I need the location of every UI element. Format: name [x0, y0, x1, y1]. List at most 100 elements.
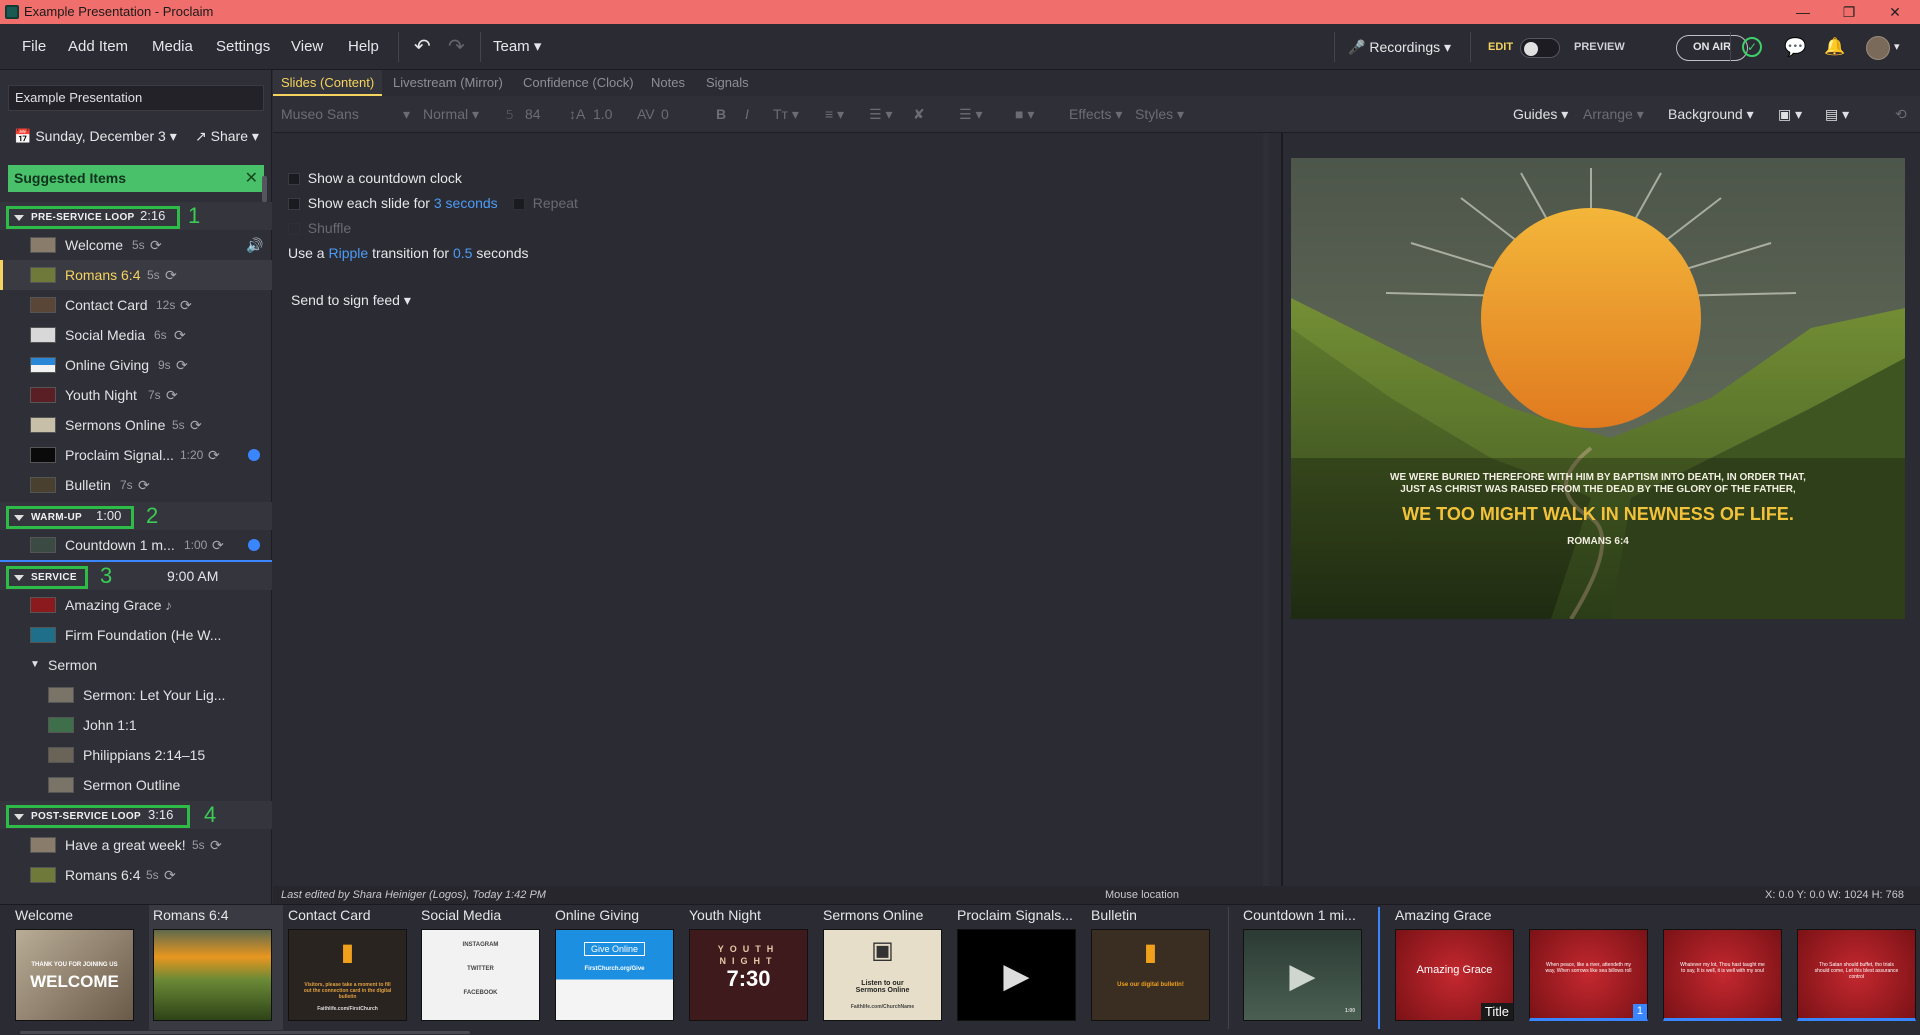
transition-duration-link[interactable]: 0.5 — [453, 245, 472, 261]
text-transform-icon[interactable]: Tт ▾ — [773, 96, 799, 133]
slide-thumbnail[interactable]: Amazing Grace Amazing Grace Title — [1395, 905, 1529, 1030]
effects-dropdown[interactable]: Effects ▾ — [1069, 96, 1122, 133]
arrange-dropdown[interactable]: Arrange ▾ — [1583, 96, 1644, 133]
line-height-input[interactable]: 1.0 — [593, 96, 612, 133]
content-scrollbar[interactable] — [1263, 133, 1269, 886]
collapse-triangle-icon[interactable] — [14, 814, 24, 820]
edit-preview-toggle[interactable] — [1520, 38, 1560, 58]
list-item[interactable]: Firm Foundation (He W... — [0, 620, 272, 650]
bullet-list-icon[interactable]: ≡ ▾ — [825, 96, 844, 133]
collapse-triangle-icon[interactable] — [14, 215, 24, 221]
bold-icon[interactable]: B — [716, 96, 726, 133]
list-item[interactable]: Sermon: Let Your Lig... — [0, 680, 272, 710]
slide-seconds-link[interactable]: 3 seconds — [434, 195, 498, 211]
shuffle-checkbox[interactable] — [288, 223, 300, 236]
list-item[interactable]: Welcome 5s ⟳ 🔊 — [0, 230, 272, 260]
tab-livestream-mirror[interactable]: Livestream (Mirror) — [393, 70, 503, 96]
countdown-option[interactable]: Show a countdown clock — [288, 168, 462, 188]
font-size-input[interactable]: 84 — [525, 96, 541, 133]
slide-thumbnail[interactable]: When peace, like a river, attendeth my w… — [1529, 905, 1663, 1030]
styles-dropdown[interactable]: Styles ▾ — [1135, 96, 1184, 133]
tab-notes[interactable]: Notes — [651, 70, 685, 96]
countdown-checkbox[interactable] — [288, 173, 300, 186]
list-item[interactable]: Amazing Grace ♪ — [0, 590, 272, 620]
list-item[interactable]: Have a great week! 5s ⟳ — [0, 830, 272, 860]
clear-format-icon[interactable]: ✘ — [913, 96, 925, 133]
text-align-icon[interactable]: ☰ ▾ — [959, 96, 982, 133]
slide-thumbnail[interactable]: Sermons Online ▣ Listen to our Sermons O… — [823, 905, 957, 1030]
slide-thumbnail[interactable]: Proclaim Signals... ▶ — [957, 905, 1091, 1030]
list-item[interactable]: Contact Card 12s ⟳ — [0, 290, 272, 320]
collapse-triangle-icon[interactable] — [14, 575, 24, 581]
edit-mode-label[interactable]: EDIT — [1488, 24, 1513, 70]
list-item[interactable]: Countdown 1 m... 1:00 ⟳ — [0, 530, 272, 560]
chat-icon[interactable]: 💬 — [1784, 24, 1806, 70]
preview-mode-label[interactable]: PREVIEW — [1574, 24, 1625, 70]
section-service[interactable]: SERVICE 3 9:00 AM — [0, 562, 272, 590]
list-item[interactable]: Romans 6:4 5s ⟳ — [0, 860, 272, 890]
menu-media[interactable]: Media — [152, 24, 193, 70]
menu-view[interactable]: View — [291, 24, 323, 70]
share-dropdown[interactable]: ↗ Share ▾ — [195, 128, 259, 145]
section-header[interactable]: SERVICE — [6, 566, 88, 589]
team-dropdown[interactable]: Team ▾ — [493, 24, 541, 70]
font-family-select[interactable]: Museo Sans — [281, 96, 359, 133]
sign-feed-dropdown[interactable]: Send to sign feed ▾ — [291, 290, 411, 310]
undo-icon[interactable]: ↶ — [414, 24, 431, 70]
slide-preview[interactable]: WE WERE BURIED THEREFORE WITH HIM BY BAP… — [1291, 158, 1905, 619]
rotate-icon[interactable]: ⟲ — [1895, 96, 1907, 133]
list-item[interactable]: John 1:1 — [0, 710, 272, 740]
list-item[interactable]: Social Media 6s ⟳ — [0, 320, 272, 350]
collapse-triangle-icon[interactable] — [14, 515, 24, 521]
list-item[interactable]: Romans 6:4 5s ⟳ — [0, 260, 272, 290]
sidebar-scrollbar[interactable] — [262, 176, 267, 202]
slide-thumbnail[interactable]: Social Media INSTAGRAM TWITTER FACEBOOK — [421, 905, 555, 1030]
slide-thumbnail[interactable]: Bulletin ▮ Use our digital bulletin! — [1091, 905, 1225, 1030]
slide-thumbnail[interactable]: Youth Night YOUTH NIGHT 7:30 — [689, 905, 823, 1030]
fill-color-icon[interactable]: ■ ▾ — [1015, 96, 1034, 133]
text-box-icon[interactable]: ▣ ▾ — [1778, 96, 1802, 133]
slide-timing-option[interactable]: Show each slide for 3 seconds — [288, 193, 498, 213]
menu-add-item[interactable]: Add Item — [68, 24, 128, 70]
repeat-option[interactable]: Repeat — [513, 193, 578, 213]
slide-timing-checkbox[interactable] — [288, 198, 300, 211]
background-dropdown[interactable]: Background ▾ — [1668, 96, 1754, 133]
slide-thumbnail[interactable]: Online Giving Give Online FirstChurch.or… — [555, 905, 689, 1030]
sermon-group[interactable]: ▼ Sermon — [0, 650, 272, 680]
collapse-triangle-icon[interactable]: ▼ — [30, 650, 40, 680]
restore-icon[interactable]: ❐ — [1826, 0, 1872, 24]
list-item[interactable]: Bulletin 7s ⟳ — [0, 470, 272, 500]
tab-confidence-clock[interactable]: Confidence (Clock) — [523, 70, 634, 96]
list-item[interactable]: Sermon Outline — [0, 770, 272, 800]
suggested-items-bar[interactable]: Suggested Items ✕ — [8, 165, 264, 192]
slide-thumbnail-selected[interactable]: Romans 6:4 — [149, 905, 283, 1030]
list-item[interactable]: Youth Night 7s ⟳ — [0, 380, 272, 410]
filmstrip-scrollbar[interactable] — [20, 1031, 470, 1034]
list-item[interactable]: Proclaim Signal... 1:20 ⟳ — [0, 440, 272, 470]
guides-dropdown[interactable]: Guides ▾ — [1513, 96, 1568, 133]
close-icon[interactable]: ✕ — [1872, 0, 1918, 24]
menu-help[interactable]: Help — [348, 24, 379, 70]
slide-thumbnail[interactable]: Countdown 1 mi... ▶ 1:00 — [1243, 905, 1377, 1030]
section-pre-service-loop[interactable]: PRE-SERVICE LOOP 2:16 1 — [0, 202, 272, 230]
transition-type-link[interactable]: Ripple — [328, 245, 368, 261]
letter-spacing-input[interactable]: 0 — [661, 96, 669, 133]
slide-thumbnail[interactable]: Contact Card ▮ Visitors, please take a m… — [288, 905, 422, 1030]
menu-settings[interactable]: Settings — [216, 24, 270, 70]
chevron-down-icon[interactable]: ▾ — [403, 96, 410, 133]
section-warm-up[interactable]: WARM-UP 1:00 2 — [0, 502, 272, 530]
tab-slides-content[interactable]: Slides (Content) — [273, 70, 383, 96]
slide-thumbnail[interactable]: Tho Satan should buffet, tho trials shou… — [1797, 905, 1920, 1030]
list-item[interactable]: Online Giving 9s ⟳ — [0, 350, 272, 380]
list-item[interactable]: Philippians 2:14–15 — [0, 740, 272, 770]
minimize-icon[interactable]: — — [1780, 0, 1826, 24]
on-air-button[interactable]: ON AIR — [1676, 35, 1748, 61]
repeat-checkbox[interactable] — [513, 198, 525, 211]
menu-file[interactable]: File — [22, 24, 46, 70]
status-check-icon[interactable]: ✓ — [1742, 37, 1762, 57]
date-dropdown[interactable]: 📅 Sunday, December 3 ▾ — [14, 128, 177, 145]
slide-thumbnail[interactable]: Welcome THANK YOU FOR JOINING US WELCOME — [15, 905, 149, 1030]
close-icon[interactable]: ✕ — [245, 165, 258, 192]
image-icon[interactable]: ▤ ▾ — [1825, 96, 1849, 133]
tab-signals[interactable]: Signals — [706, 70, 749, 96]
